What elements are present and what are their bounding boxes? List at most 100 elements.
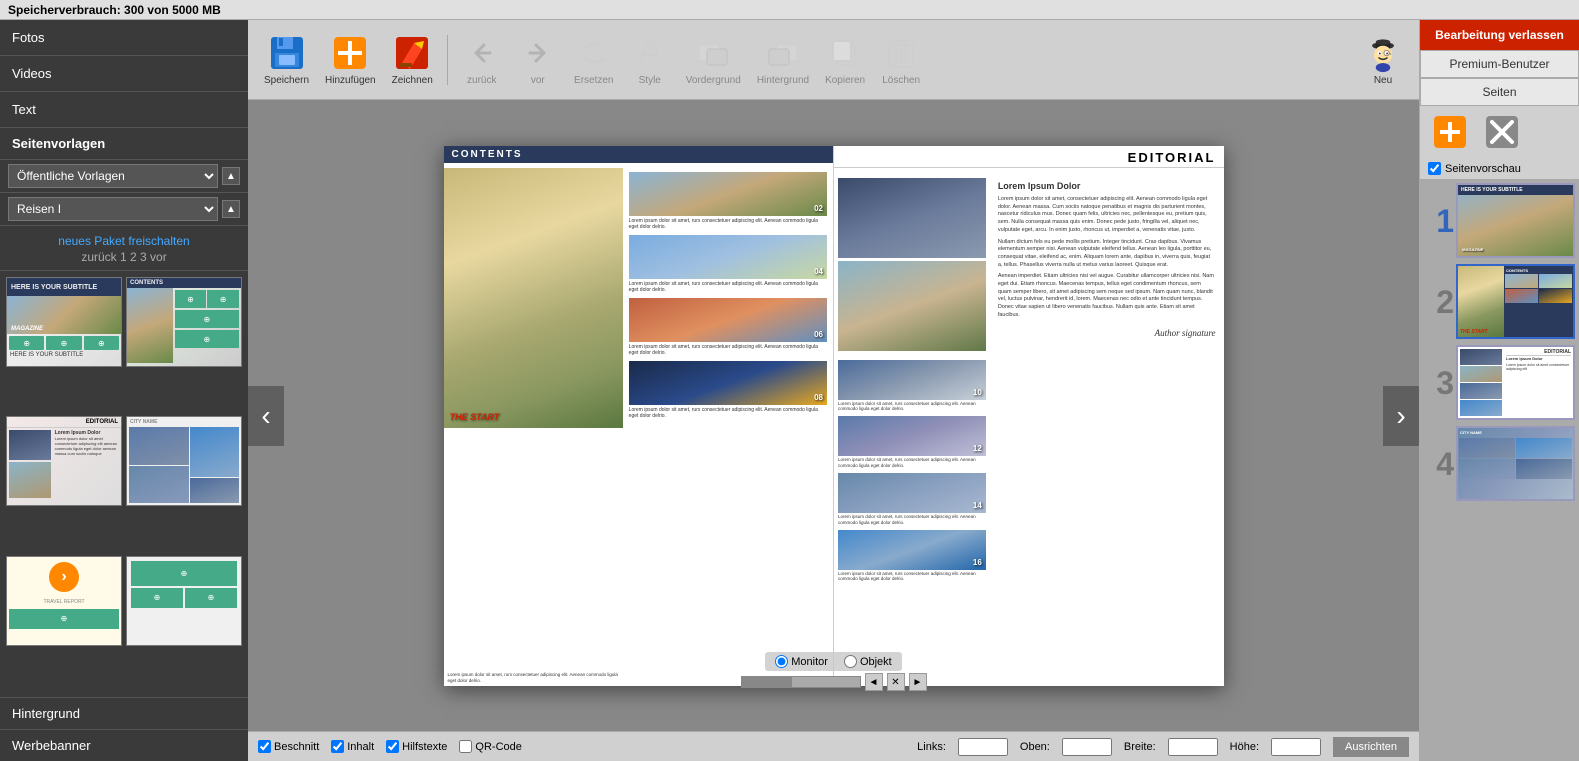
template-thumb-contents[interactable]: CONTENTS ⊕ ⊕ ⊕ ⊕ xyxy=(126,277,242,367)
page-row-3[interactable]: 3 EDITORIAL Lorem Ipsum Dolor xyxy=(1424,345,1575,420)
tool-hinzufuegen[interactable]: Hinzufügen xyxy=(319,29,382,90)
tool-ersetzen[interactable]: Ersetzen xyxy=(568,29,620,90)
tool-neu[interactable]: Neu xyxy=(1357,29,1409,90)
content-item-08: 08 Lorem ipsum dolor sit amet, rurs cons… xyxy=(629,361,827,420)
tool-hintergrund[interactable]: Hintergrund xyxy=(751,29,815,90)
ausrichten-btn[interactable]: Ausrichten xyxy=(1333,737,1409,757)
kopieren-label: Kopieren xyxy=(825,75,865,86)
hscroll-bar[interactable] xyxy=(741,676,861,688)
page-row-1[interactable]: 1 HERE IS YOUR SUBTITLE MAGAZINE xyxy=(1424,183,1575,258)
page-row-4[interactable]: 4 CITY NAME xyxy=(1424,426,1575,501)
hilfstexte-check[interactable]: Hilfstexte xyxy=(386,740,447,753)
monitor-radio[interactable]: Monitor xyxy=(775,655,828,668)
oben-input[interactable] xyxy=(1062,738,1112,756)
seiten-btn[interactable]: Seiten xyxy=(1420,78,1579,106)
scroll-close-btn[interactable]: ✕ xyxy=(887,673,905,691)
tool-zurueck[interactable]: zurück xyxy=(456,29,508,90)
page-left: CONTENTS THE START 02 xyxy=(444,146,835,686)
draw-icon xyxy=(392,33,432,73)
del-page-btn[interactable] xyxy=(1480,110,1524,154)
nav-next[interactable]: › xyxy=(1383,386,1419,446)
hoehe-label: Höhe: xyxy=(1230,741,1259,753)
objekt-radio[interactable]: Objekt xyxy=(844,655,892,668)
hoehe-input[interactable] xyxy=(1271,738,1321,756)
pagination: zurück 1 2 3 vor xyxy=(6,250,242,264)
toolbar: Speichern Hinzufügen xyxy=(248,20,1419,100)
ersetzen-label: Ersetzen xyxy=(574,75,613,86)
page-preview-2[interactable]: THE START CONTENTS xyxy=(1456,264,1575,339)
inhalt-check[interactable]: Inhalt xyxy=(331,740,374,753)
template-thumb-cover[interactable]: HERE IS YOUR SUBTITLE MAGAZINE ⊕ ⊕ ⊕ xyxy=(6,277,122,367)
tool-loeschen[interactable]: Löschen xyxy=(875,29,927,90)
sidebar-fotos[interactable]: Fotos xyxy=(0,20,248,56)
big-desert-img: THE START xyxy=(444,168,623,428)
vorlagen-select[interactable]: Öffentliche Vorlagen xyxy=(8,164,218,188)
links-input[interactable] xyxy=(958,738,1008,756)
vordergrund-label: Vordergrund xyxy=(686,75,741,86)
editorial-right-items: 10 Lorem ipsum dolor sit amet, rurs cons… xyxy=(834,356,990,587)
speichern-label: Speichern xyxy=(264,75,309,86)
hscroll-thumb[interactable] xyxy=(742,677,792,687)
reisen-up-btn[interactable]: ▲ xyxy=(222,200,240,218)
tool-vor[interactable]: vor xyxy=(512,29,564,90)
sidebar-seitenvorlagen-label: Seitenvorlagen xyxy=(0,128,248,160)
hintergrund-tool-label: Hintergrund xyxy=(757,75,809,86)
hinzufuegen-label: Hinzufügen xyxy=(325,75,376,86)
zeichnen-label: Zeichnen xyxy=(392,75,433,86)
template-thumb-city[interactable]: CITY NAME xyxy=(126,416,242,506)
view-controls: Monitor Objekt ◄ ✕ ► xyxy=(741,652,927,691)
qrcode-check[interactable]: QR-Code xyxy=(459,740,521,753)
premium-btn[interactable]: Premium-Benutzer xyxy=(1420,50,1579,78)
tool-vordergrund[interactable]: Vordergrund xyxy=(680,29,747,90)
sidebar-hintergrund[interactable]: Hintergrund xyxy=(0,697,248,729)
beschnitt-check[interactable]: Beschnitt xyxy=(258,740,319,753)
breite-input[interactable] xyxy=(1168,738,1218,756)
editorial-header: EDITORIAL xyxy=(834,146,1224,168)
page-preview-1[interactable]: HERE IS YOUR SUBTITLE MAGAZINE xyxy=(1456,183,1575,258)
freischalten-link[interactable]: neues Paket freischalten xyxy=(58,234,189,248)
template-thumb-blank[interactable]: ⊕ ⊕ ⊕ xyxy=(126,556,242,646)
nav-prev[interactable]: ‹ xyxy=(248,386,284,446)
loeschen-label: Löschen xyxy=(882,75,920,86)
content-item-02: 02 Lorem ipsum dolor sit amet, rurs cons… xyxy=(629,172,827,231)
sidebar-text[interactable]: Text xyxy=(0,92,248,128)
template-thumb-editorial[interactable]: EDITORIAL Lorem Ipsum Dolor Lorem ipsum … xyxy=(6,416,122,506)
breite-label: Breite: xyxy=(1124,741,1156,753)
right-sidebar: Bearbeitung verlassen Premium-Benutzer S… xyxy=(1419,20,1579,761)
content-item-10: 10 Lorem ipsum dolor sit amet, rurs cons… xyxy=(838,360,986,413)
vorlagen-dropdown-row: Öffentliche Vorlagen ▲ xyxy=(0,160,248,193)
template-thumb-orange[interactable]: › TRAVEL REPORT ⊕ xyxy=(6,556,122,646)
edit-btn[interactable]: Bearbeitung verlassen xyxy=(1420,20,1579,50)
tool-style[interactable]: Style xyxy=(624,29,676,90)
seitenvorschau-row: Seitenvorschau xyxy=(1420,158,1579,179)
editorial-left-col xyxy=(834,174,990,359)
vorlagen-up-btn[interactable]: ▲ xyxy=(222,167,240,185)
foreground-icon xyxy=(693,33,733,73)
page-preview-3[interactable]: EDITORIAL Lorem Ipsum Dolor Lorem ipsum … xyxy=(1456,345,1575,420)
editorial-right-col: Lorem Ipsum Dolor Lorem ipsum dolor sit … xyxy=(990,174,1224,347)
tool-speichern[interactable]: Speichern xyxy=(258,29,315,90)
forward-icon xyxy=(518,33,558,73)
sidebar-werbebanner[interactable]: Werbebanner xyxy=(0,729,248,761)
content-item-16: 16 Lorem ipsum dolor sit amet, rurs cons… xyxy=(838,530,986,583)
author-signature: Author signature xyxy=(998,327,1216,340)
scroll-right-btn[interactable]: ► xyxy=(909,673,927,691)
storage-bar: Speicherverbrauch: 300 von 5000 MB xyxy=(0,0,1579,20)
page-preview-4[interactable]: CITY NAME xyxy=(1456,426,1575,501)
tool-zeichnen[interactable]: Zeichnen xyxy=(386,29,439,90)
editorial-city-img xyxy=(838,178,986,258)
page-num-2: 2 xyxy=(1424,286,1454,318)
pages-list[interactable]: 1 HERE IS YOUR SUBTITLE MAGAZINE 2 xyxy=(1420,179,1579,761)
links-label: Links: xyxy=(917,741,946,753)
scroll-left-btn[interactable]: ◄ xyxy=(865,673,883,691)
sidebar-videos[interactable]: Videos xyxy=(0,56,248,92)
storage-text: Speicherverbrauch: 300 von 5000 MB xyxy=(8,3,221,17)
reisen-select[interactable]: Reisen I xyxy=(8,197,218,221)
style-icon xyxy=(630,33,670,73)
seitenvorschau-check[interactable] xyxy=(1428,162,1441,175)
add-page-btn[interactable] xyxy=(1428,110,1472,154)
tool-kopieren[interactable]: Kopieren xyxy=(819,29,871,90)
back-icon xyxy=(462,33,502,73)
floppy-icon xyxy=(267,33,307,73)
page-row-2[interactable]: 2 THE START CONTENTS xyxy=(1424,264,1575,339)
